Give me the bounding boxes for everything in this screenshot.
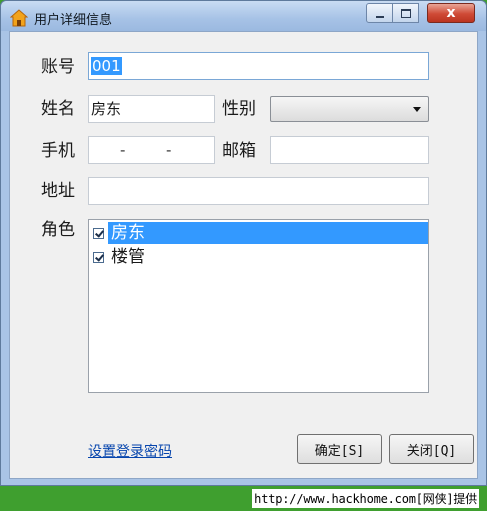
watermark-text: http://www.hackhome.com[网侠]提供 <box>252 489 479 508</box>
name-label: 姓名 <box>41 99 75 119</box>
roles-label: 角色 <box>41 220 75 240</box>
role-checkbox[interactable] <box>93 252 104 263</box>
name-value: 房东 <box>91 100 122 118</box>
dialog-body: 账号 001 姓名 房东 性别 手机 - - 邮箱 地址 角色 房东 楼管 设置… <box>9 31 478 479</box>
phone-separator: - <box>120 141 126 159</box>
phone-separator: - <box>166 141 172 159</box>
email-label: 邮箱 <box>222 141 256 161</box>
home-icon <box>10 9 28 27</box>
roles-listbox[interactable]: 房东 楼管 <box>88 219 429 393</box>
maximize-icon <box>400 8 411 18</box>
user-detail-window: 用户详细信息 x 账号 001 姓名 房东 性别 手机 - - 邮箱 地址 角色… <box>0 0 487 486</box>
role-checkbox[interactable] <box>93 228 104 239</box>
list-item[interactable]: 楼管 <box>90 246 427 270</box>
account-value: 001 <box>91 57 122 75</box>
gender-label: 性别 <box>222 99 256 119</box>
address-label: 地址 <box>41 181 75 201</box>
name-input[interactable]: 房东 <box>88 95 215 123</box>
account-label: 账号 <box>41 57 75 77</box>
phone-input[interactable]: - - <box>88 136 215 164</box>
set-password-link[interactable]: 设置登录密码 <box>88 441 172 461</box>
role-label: 房东 <box>108 222 428 244</box>
close-window-button[interactable]: x <box>427 3 475 23</box>
list-item[interactable]: 房东 <box>90 222 428 246</box>
chevron-down-icon <box>413 107 421 112</box>
phone-label: 手机 <box>41 141 75 161</box>
address-input[interactable] <box>88 177 429 205</box>
role-label: 楼管 <box>111 247 145 267</box>
minimize-icon <box>375 15 384 18</box>
title-bar[interactable]: 用户详细信息 x <box>1 1 486 31</box>
maximize-button[interactable] <box>392 3 419 23</box>
footer-bar: http://www.hackhome.com[网侠]提供 <box>0 486 487 511</box>
minimize-button[interactable] <box>366 3 393 23</box>
email-input[interactable] <box>270 136 429 164</box>
gender-select[interactable] <box>270 96 429 122</box>
close-icon: x <box>446 5 456 21</box>
close-button[interactable]: 关闭[Q] <box>389 434 474 464</box>
account-input[interactable]: 001 <box>88 52 429 80</box>
confirm-button[interactable]: 确定[S] <box>297 434 382 464</box>
window-title: 用户详细信息 <box>34 13 113 28</box>
